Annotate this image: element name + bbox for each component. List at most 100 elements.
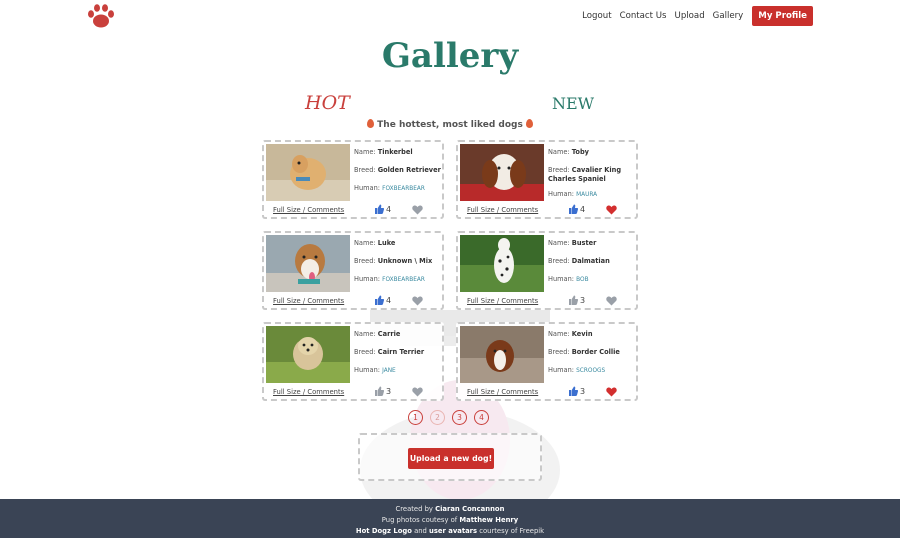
- nav-gallery[interactable]: Gallery: [713, 11, 744, 21]
- thumbs-up-icon[interactable]: [568, 386, 578, 396]
- dog-breed: Border Collie: [571, 348, 620, 356]
- full-size-comments-link[interactable]: Full Size / Comments: [273, 206, 344, 214]
- nav-logout[interactable]: Logout: [582, 11, 611, 21]
- like-count[interactable]: 4: [374, 204, 391, 214]
- tab-new[interactable]: NEW: [552, 94, 594, 113]
- heart-icon[interactable]: [412, 387, 423, 397]
- dog-info: Name: Kevin Breed: Border Collie Human: …: [548, 330, 638, 385]
- page-button-4[interactable]: 4: [474, 410, 489, 425]
- nav-upload[interactable]: Upload: [675, 11, 705, 21]
- human-label: Human:: [548, 190, 575, 198]
- fire-icon: [525, 119, 533, 128]
- name-label: Name:: [548, 330, 570, 338]
- dog-name: Kevin: [571, 330, 593, 338]
- like-count-value: 4: [386, 204, 392, 214]
- name-label: Name:: [354, 239, 376, 247]
- upload-box: Upload a new dog!: [358, 433, 542, 481]
- dog-card-luke: Name: Luke Breed: Unknown \ Mix Human: F…: [262, 231, 444, 310]
- human-label: Human:: [354, 366, 381, 374]
- human-link[interactable]: JANE: [382, 368, 396, 374]
- dog-name: Carrie: [377, 330, 401, 338]
- dog-info: Name: Toby Breed: Cavalier King Charles …: [548, 148, 638, 209]
- full-size-comments-link[interactable]: Full Size / Comments: [467, 388, 538, 396]
- like-count[interactable]: 3: [568, 386, 585, 396]
- heart-icon[interactable]: [606, 296, 617, 306]
- footer-text: and: [411, 527, 430, 535]
- page-title: Gallery: [381, 36, 519, 76]
- human-label: Human:: [548, 366, 575, 374]
- name-label: Name:: [548, 148, 570, 156]
- dog-card-toby: Name: Toby Breed: Cavalier King Charles …: [456, 140, 638, 219]
- thumbs-up-icon[interactable]: [374, 386, 384, 396]
- footer-logo-credit: Hot Dogz Logo: [355, 527, 412, 535]
- breed-label: Breed:: [354, 166, 376, 174]
- fire-icon: [367, 119, 375, 128]
- nav-contact-us[interactable]: Contact Us: [620, 11, 667, 21]
- human-link[interactable]: FOXBEARBEAR: [382, 277, 425, 283]
- heart-icon[interactable]: [606, 205, 617, 215]
- thumbs-up-icon[interactable]: [568, 204, 578, 214]
- dog-photo[interactable]: [460, 326, 544, 383]
- subtitle-text: The hottest, most liked dogs: [377, 120, 523, 130]
- dog-card-carrie: Name: Carrie Breed: Cairn Terrier Human:…: [262, 322, 444, 401]
- footer-author: Ciaran Concannon: [435, 505, 505, 513]
- breed-label: Breed:: [548, 166, 570, 174]
- page-button-1[interactable]: 1: [408, 410, 423, 425]
- dog-photo[interactable]: [266, 235, 350, 292]
- footer-credits-line: Hot Dogz Logo and user avatars courtesy …: [0, 526, 900, 537]
- dog-info: Name: Buster Breed: Dalmatian Human: BOB: [548, 239, 638, 294]
- footer-text: Created by: [395, 505, 436, 513]
- like-count-value: 3: [386, 386, 392, 396]
- dog-photo[interactable]: [266, 144, 350, 201]
- dog-name: Luke: [377, 239, 396, 247]
- heart-icon[interactable]: [606, 387, 617, 397]
- like-count[interactable]: 3: [374, 386, 391, 396]
- dog-breed: Cairn Terrier: [377, 348, 425, 356]
- dog-info: Name: Carrie Breed: Cairn Terrier Human:…: [354, 330, 444, 385]
- human-link[interactable]: MAURA: [576, 192, 597, 198]
- dog-name: Buster: [571, 239, 597, 247]
- paw-logo-icon[interactable]: [86, 3, 116, 29]
- footer-text: Pug photos coutesy of: [381, 516, 460, 524]
- pagination: 1 2 3 4: [408, 410, 489, 425]
- human-link[interactable]: SCROOGS: [576, 368, 605, 374]
- footer: Created by Ciaran Concannon Pug photos c…: [0, 499, 900, 538]
- breed-label: Breed:: [548, 348, 570, 356]
- footer-avatars-credit: user avatars: [429, 527, 478, 535]
- dog-photo[interactable]: [266, 326, 350, 383]
- page-button-2[interactable]: 2: [430, 410, 445, 425]
- footer-photographer: Matthew Henry: [459, 516, 519, 524]
- my-profile-button[interactable]: My Profile: [752, 5, 813, 26]
- dog-card-buster: Name: Buster Breed: Dalmatian Human: BOB…: [456, 231, 638, 310]
- like-count[interactable]: 4: [374, 295, 391, 305]
- thumbs-up-icon[interactable]: [374, 295, 384, 305]
- full-size-comments-link[interactable]: Full Size / Comments: [273, 297, 344, 305]
- human-link[interactable]: FOXBEARBEAR: [382, 186, 425, 192]
- upload-dog-button[interactable]: Upload a new dog!: [408, 448, 494, 469]
- full-size-comments-link[interactable]: Full Size / Comments: [273, 388, 344, 396]
- dog-breed: Dalmatian: [571, 257, 610, 265]
- dog-photo[interactable]: [460, 144, 544, 201]
- heart-icon[interactable]: [412, 296, 423, 306]
- like-count[interactable]: 3: [568, 295, 585, 305]
- human-link[interactable]: BOB: [576, 277, 588, 283]
- full-size-comments-link[interactable]: Full Size / Comments: [467, 206, 538, 214]
- dog-name: Tinkerbel: [377, 148, 413, 156]
- page-button-3[interactable]: 3: [452, 410, 467, 425]
- dog-photo[interactable]: [460, 235, 544, 292]
- tab-hot[interactable]: HOT: [305, 92, 350, 114]
- thumbs-up-icon[interactable]: [374, 204, 384, 214]
- name-label: Name:: [548, 239, 570, 247]
- dog-name: Toby: [571, 148, 589, 156]
- like-count-value: 3: [580, 295, 586, 305]
- name-label: Name:: [354, 148, 376, 156]
- like-count[interactable]: 4: [568, 204, 585, 214]
- human-label: Human:: [354, 184, 381, 192]
- thumbs-up-icon[interactable]: [568, 295, 578, 305]
- full-size-comments-link[interactable]: Full Size / Comments: [467, 297, 538, 305]
- heart-icon[interactable]: [412, 205, 423, 215]
- human-label: Human:: [354, 275, 381, 283]
- dog-info: Name: Tinkerbel Breed: Golden Retriever …: [354, 148, 444, 203]
- dog-card-kevin: Name: Kevin Breed: Border Collie Human: …: [456, 322, 638, 401]
- footer-created-line: Created by Ciaran Concannon: [0, 504, 900, 515]
